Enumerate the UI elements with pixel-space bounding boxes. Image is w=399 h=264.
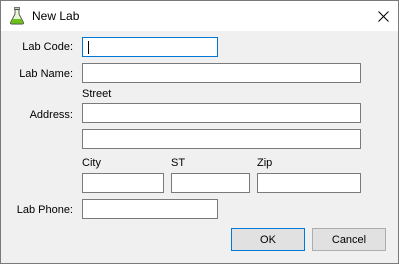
window-title: New Lab bbox=[32, 9, 80, 23]
ok-button[interactable]: OK bbox=[231, 228, 305, 251]
text-caret bbox=[88, 41, 89, 54]
city-input[interactable] bbox=[82, 173, 164, 193]
title-bar[interactable]: New Lab bbox=[1, 1, 398, 31]
cancel-button[interactable]: Cancel bbox=[312, 228, 386, 251]
lab-phone-label: Lab Phone: bbox=[16, 204, 73, 216]
street-line2-input[interactable] bbox=[82, 129, 361, 149]
street-line1-input[interactable] bbox=[82, 103, 361, 123]
city-label: City bbox=[82, 157, 101, 169]
lab-code-label: Lab Code: bbox=[22, 41, 73, 53]
close-icon bbox=[377, 10, 389, 22]
zip-label: Zip bbox=[257, 157, 273, 169]
new-lab-dialog: New Lab Lab Code: Lab Name: Street Addre… bbox=[0, 0, 399, 264]
lab-name-input[interactable] bbox=[82, 63, 361, 83]
lab-phone-input[interactable] bbox=[82, 199, 218, 219]
address-label: Address: bbox=[29, 109, 73, 121]
state-label: ST bbox=[171, 157, 186, 169]
lab-code-input[interactable] bbox=[82, 37, 218, 57]
flask-icon bbox=[9, 7, 25, 25]
street-caption: Street bbox=[82, 88, 112, 100]
lab-name-label: Lab Name: bbox=[19, 68, 73, 80]
state-input[interactable] bbox=[171, 173, 250, 193]
close-button[interactable] bbox=[368, 1, 398, 31]
zip-input[interactable] bbox=[257, 173, 361, 193]
